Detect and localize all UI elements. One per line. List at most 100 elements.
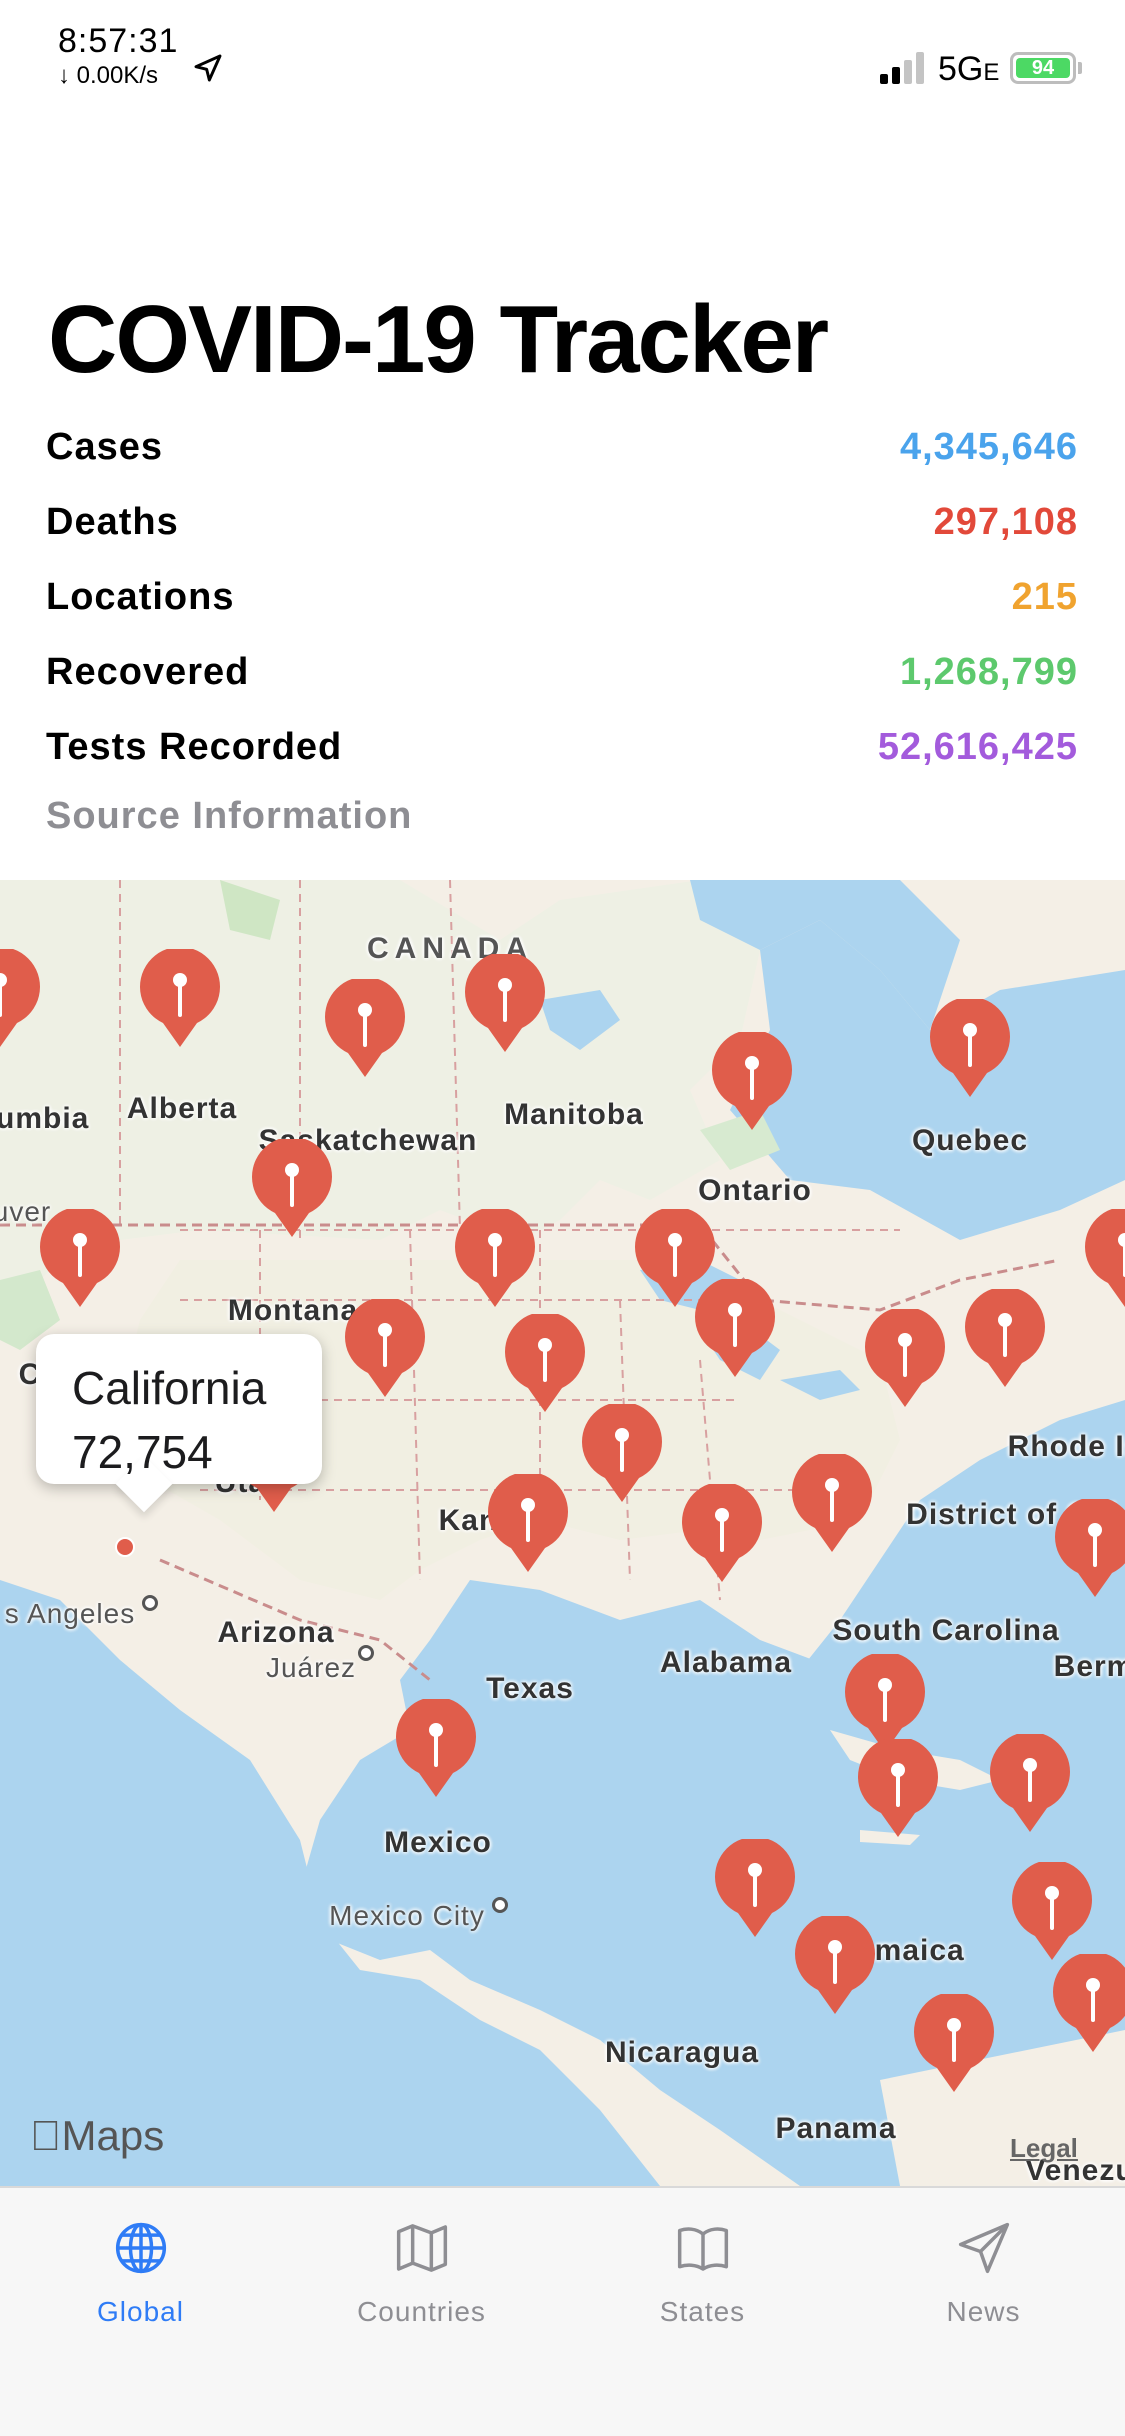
city-dot-mexico-city xyxy=(492,1897,508,1913)
stat-row-locations: Locations 215 xyxy=(46,560,1078,635)
map-label-rhode-island: Rhode Is xyxy=(1007,1430,1125,1463)
stat-label: Deaths xyxy=(46,501,179,543)
location-callout[interactable]: California 72,754 xyxy=(36,1334,322,1513)
map-pin-icon[interactable] xyxy=(1082,1209,1125,1309)
map-pin-icon[interactable] xyxy=(987,1734,1073,1834)
city-dot-juarez xyxy=(358,1645,374,1661)
stat-row-recovered: Recovered 1,268,799 xyxy=(46,635,1078,710)
map-pin-icon[interactable] xyxy=(792,1916,878,2016)
map-label-juarez: Juárez xyxy=(265,1652,357,1683)
map-pin-icon[interactable] xyxy=(927,999,1013,1099)
tab-countries[interactable]: Countries xyxy=(281,2188,562,2436)
location-arrow-icon xyxy=(194,54,222,82)
tab-label: Global xyxy=(97,2296,184,2327)
map-label-nicaragua: Nicaragua xyxy=(604,2036,760,2069)
map-pin-icon[interactable] xyxy=(855,1739,941,1839)
source-information-link[interactable]: Source Information xyxy=(46,795,412,838)
network-suffix: E xyxy=(983,59,1000,86)
stat-value: 297,108 xyxy=(933,501,1078,543)
map-label-columbia: lumbia xyxy=(0,1102,90,1135)
map-pin-icon[interactable] xyxy=(137,949,223,1049)
map-label-mexico-city: Mexico City xyxy=(329,1900,485,1931)
page-title: COVID-19 Tracker xyxy=(48,286,829,393)
stat-value: 4,345,646 xyxy=(899,426,1078,468)
map-pin-icon[interactable] xyxy=(322,979,408,1079)
tab-states[interactable]: States xyxy=(562,2188,843,2436)
map-pin-icon[interactable] xyxy=(452,1209,538,1309)
tab-label: States xyxy=(659,2296,746,2327)
battery-level: 94 xyxy=(1016,58,1070,78)
stat-row-tests: Tests Recorded 52,616,425 xyxy=(46,710,1078,785)
paper-plane-icon xyxy=(958,2222,1009,2274)
battery-cap xyxy=(1078,62,1082,74)
map-pin-icon[interactable] xyxy=(789,1454,875,1554)
map-label-los-angeles: s Angeles xyxy=(4,1598,136,1629)
map-label-quebec: Quebec xyxy=(911,1124,1029,1157)
callout-title: California xyxy=(72,1362,267,1414)
map-pin-icon[interactable] xyxy=(1009,1862,1095,1962)
tab-news[interactable]: News xyxy=(843,2188,1124,2436)
stat-label: Tests Recorded xyxy=(46,726,343,768)
maps-brand-label: Maps xyxy=(30,2112,165,2159)
tab-bar: Global Countries States News xyxy=(0,2186,1125,2436)
map-pin-icon[interactable] xyxy=(692,1279,778,1379)
apple-maps-logo: Maps xyxy=(30,2112,164,2160)
stat-value: 52,616,425 xyxy=(877,726,1078,768)
book-icon xyxy=(677,2227,728,2271)
stat-value: 215 xyxy=(1011,576,1078,618)
map-label-alberta: Alberta xyxy=(126,1092,238,1125)
map-pin-icon[interactable] xyxy=(462,954,548,1054)
map-pin-icon[interactable] xyxy=(679,1484,765,1584)
map-view[interactable]: CANADA lumbia Alberta Saskatchewan Manit… xyxy=(0,880,1125,2186)
network-speed: ↓ 0.00K/s xyxy=(58,62,159,89)
map-pin-icon[interactable] xyxy=(1052,1499,1125,1599)
globe-icon xyxy=(115,2222,166,2274)
stat-label: Locations xyxy=(46,576,235,618)
map-pin-icon[interactable] xyxy=(862,1309,948,1409)
tab-label: News xyxy=(946,2296,1021,2327)
map-pin-icon[interactable] xyxy=(393,1699,479,1799)
map-pin-icon[interactable] xyxy=(502,1314,588,1414)
map-label-texas: Texas xyxy=(486,1672,574,1705)
tab-global[interactable]: Global xyxy=(0,2188,281,2436)
map-label-panama: Panama xyxy=(775,2112,897,2145)
map-pin-icon[interactable] xyxy=(911,1994,997,2094)
map-label-bermuda: Berm xyxy=(1053,1650,1125,1683)
stat-row-cases: Cases 4,345,646 xyxy=(46,410,1078,485)
stat-value: 1,268,799 xyxy=(899,651,1078,693)
status-time: 8:57:31 xyxy=(58,22,179,60)
stats-list: Cases 4,345,646 Deaths 297,108 Locations… xyxy=(46,410,1078,785)
map-pin-icon[interactable] xyxy=(342,1299,428,1399)
apple-logo-icon:  xyxy=(30,2112,62,2159)
map-pin-icon[interactable] xyxy=(0,949,43,1049)
map-pin-icon[interactable] xyxy=(1050,1954,1125,2054)
map-pin-icon[interactable] xyxy=(712,1839,798,1939)
legal-link[interactable]: Legal xyxy=(1010,2133,1078,2164)
map-label-arizona: Arizona xyxy=(217,1616,335,1649)
stat-label: Recovered xyxy=(46,651,250,693)
network-label: 5G xyxy=(938,50,984,88)
map-label-mexico: Mexico xyxy=(384,1826,492,1859)
map-pin-icon[interactable] xyxy=(37,1209,123,1309)
map-pin-icon[interactable] xyxy=(709,1032,795,1132)
map-label-alabama: Alabama xyxy=(659,1646,793,1679)
stat-label: Cases xyxy=(46,426,163,468)
city-dot-los-angeles xyxy=(142,1595,158,1611)
map-label-montana: Montana xyxy=(227,1294,359,1327)
network-type: 5GE xyxy=(938,50,999,89)
stat-row-deaths: Deaths 297,108 xyxy=(46,485,1078,560)
battery-icon: 94 xyxy=(1010,52,1076,84)
map-pin-icon[interactable] xyxy=(485,1474,571,1574)
map-pin-icon[interactable] xyxy=(249,1139,335,1239)
callout-value: 72,754 xyxy=(72,1426,213,1478)
map-pin-icon[interactable] xyxy=(579,1404,665,1504)
map-icon xyxy=(396,2224,447,2272)
signal-icon xyxy=(880,52,924,84)
map-pin-icon[interactable] xyxy=(962,1289,1048,1389)
selected-location-dot[interactable] xyxy=(115,1537,135,1557)
tab-label: Countries xyxy=(357,2296,486,2327)
status-bar: 8:57:31 ↓ 0.00K/s 5GE 94 xyxy=(0,0,1125,100)
map-label-manitoba: Manitoba xyxy=(504,1098,644,1131)
map-label-south-carolina: South Carolina xyxy=(832,1614,1060,1647)
map-label-ontario: Ontario xyxy=(698,1174,812,1207)
